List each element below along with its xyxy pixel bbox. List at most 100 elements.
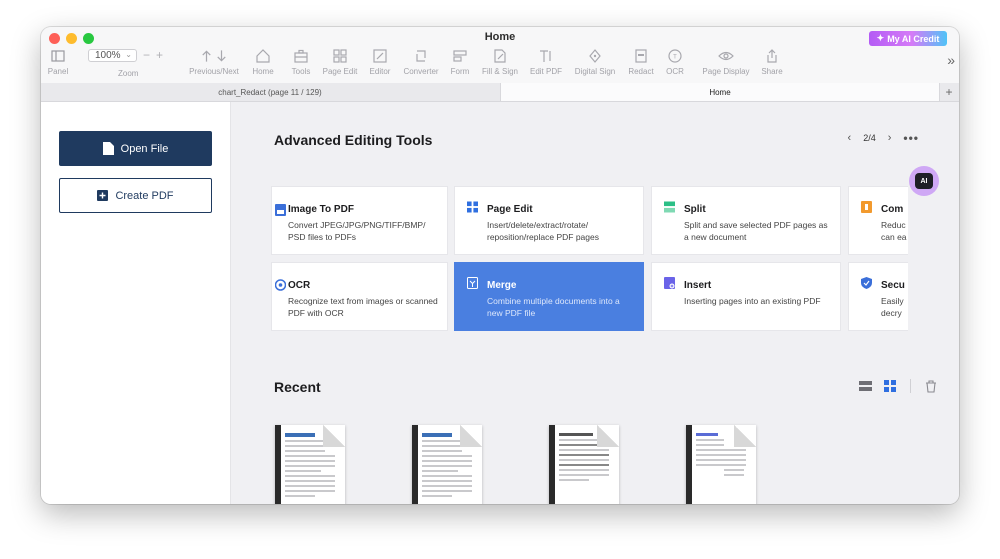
toolbar: Panel 100% ⌄ −+ Zoom Previous/Next Home [41,46,959,82]
insert-icon [664,277,675,289]
window-title: Home [484,31,516,43]
panel-button[interactable]: Panel [41,48,84,76]
toolbar-item-share[interactable]: Share [746,48,798,76]
more-tools-chevron-icon[interactable]: » [947,52,955,68]
edit-icon [373,49,387,63]
zoom-in-button[interactable]: + [156,48,169,62]
zoom-value: 100% [95,50,121,61]
recent-file-thumbnail[interactable] [686,425,756,504]
split-icon [664,201,675,213]
form-icon [453,50,467,62]
file-icon [102,142,114,155]
tool-card-merge[interactable]: Merge Combine multiple documents into a … [454,262,644,331]
toolbar-item-label: Page Edit [322,67,358,76]
title-bar: Home ✦ My AI Credit Panel 100% ⌄ −+ Zoom [41,27,959,84]
tool-card-desc: Insert/delete/extract/rotate/ reposition… [487,220,599,242]
tab-home[interactable]: Home [500,83,940,101]
tool-card-desc: Inserting pages into an existing PDF [684,296,821,306]
ocr-icon [275,279,286,291]
tool-card-insert[interactable]: Insert Inserting pages into an existing … [651,262,841,331]
pen-nib-icon [589,49,601,63]
tool-card-title: OCR [288,280,311,291]
toolbar-item-page-display[interactable]: Page Display [700,48,752,76]
eye-icon [718,51,734,61]
list-view-icon[interactable] [859,380,872,392]
sidebar: Open File Create PDF [41,102,231,504]
ai-credit-label: My AI Credit [887,33,940,44]
ai-assistant-button[interactable]: AI [909,166,939,196]
toolbar-item-digital-sign[interactable]: Digital Sign [569,48,621,76]
thumbnail-spine [686,425,692,504]
toolbar-item-label: OCR [666,67,684,76]
converter-icon [416,50,426,62]
divider [910,379,911,393]
zoom-out-button[interactable]: − [143,48,156,62]
zoom-select[interactable]: 100% ⌄ [88,49,137,62]
tool-card-desc: Easily decry [881,296,904,318]
open-file-label: Open File [120,142,169,155]
open-file-button[interactable]: Open File [59,131,212,166]
thumbnail-spine [549,425,555,504]
recent-file-thumbnail[interactable] [275,425,345,504]
toolbar-item-label: Editor [369,67,391,76]
toolbar-item-label: Tools [291,67,311,76]
tools-pager: ‹ 2/4 › ••• [848,131,919,145]
create-pdf-button[interactable]: Create PDF [59,178,212,213]
tab-bar: chart_Redact (page 11 / 129) Home + [41,83,959,102]
recent-view-tools [859,379,937,393]
plus-square-icon [97,190,109,201]
toolbar-item-label: Previous/Next [189,67,239,76]
tool-card-security[interactable]: Secu Easily decry [848,262,908,331]
page-indicator: 2/4 [863,133,876,143]
tool-card-title: Page Edit [487,204,533,215]
trash-icon[interactable] [925,379,937,393]
thumbnail-spine [275,425,281,504]
add-tab-button[interactable]: + [939,83,959,101]
tool-card-split[interactable]: Split Split and save selected PDF pages … [651,186,841,255]
recent-file-thumbnail[interactable] [549,425,619,504]
home-icon [256,49,270,63]
tools-section-title: Advanced Editing Tools [274,132,433,148]
panel-icon [51,50,65,62]
zoom-controls: −+ [143,48,169,62]
tool-card-desc: Convert JPEG/JPG/PNG/TIFF/BMP/ PSD files… [288,220,426,242]
recent-section-title: Recent [274,379,321,395]
text-cursor-icon [540,50,551,62]
grid-icon [333,49,347,63]
merge-icon [467,277,478,289]
tool-card-title: Image To PDF [288,204,354,215]
recent-file-thumbnail[interactable] [412,425,482,504]
toolbar-item-ocr[interactable]: T OCR [649,48,701,76]
thumbnail-spine [412,425,418,504]
tool-card-ocr[interactable]: OCR Recognize text from images or scanne… [271,262,448,331]
more-options-icon[interactable]: ••• [903,131,919,145]
page-fold-icon [597,425,619,447]
toolbar-item-label: Share [761,67,783,76]
tool-card-page-edit[interactable]: Page Edit Insert/delete/extract/rotate/ … [454,186,644,255]
toolbar-item-previous-next[interactable]: Previous/Next [188,48,240,76]
app-window: Home ✦ My AI Credit Panel 100% ⌄ −+ Zoom [41,27,959,504]
zoom-label: Zoom [118,69,139,78]
tool-card-image-to-pdf[interactable]: Image To PDF Convert JPEG/JPG/PNG/TIFF/B… [271,186,448,255]
tool-card-title: Secu [881,280,905,291]
tool-card-title: Insert [684,280,712,291]
toolbar-item-label: Home [252,67,274,76]
toolbar-item-label: Fill & Sign [481,67,518,76]
chevron-left-icon[interactable]: ‹ [848,132,852,144]
tool-card-compress[interactable]: Com Reduc can ea [848,186,908,255]
chevron-right-icon[interactable]: › [888,132,892,144]
page-edit-icon [467,201,478,213]
ai-assistant-label: AI [915,173,933,189]
main-content: Advanced Editing Tools ‹ 2/4 › ••• Image… [231,102,959,504]
tool-card-title: Com [881,204,904,215]
share-icon [767,49,777,63]
panel-label: Panel [47,67,69,76]
image-pdf-icon [275,204,286,216]
toolbar-item-fill-sign[interactable]: Fill & Sign [474,48,526,76]
toolbar-item-edit-pdf[interactable]: Edit PDF [520,48,572,76]
tab-document[interactable]: chart_Redact (page 11 / 129) [41,83,499,101]
tool-card-title: Split [684,204,706,215]
grid-view-icon[interactable] [884,380,896,392]
toolbar-item-label: Form [450,67,470,76]
ai-credit-button[interactable]: ✦ My AI Credit [869,31,947,46]
